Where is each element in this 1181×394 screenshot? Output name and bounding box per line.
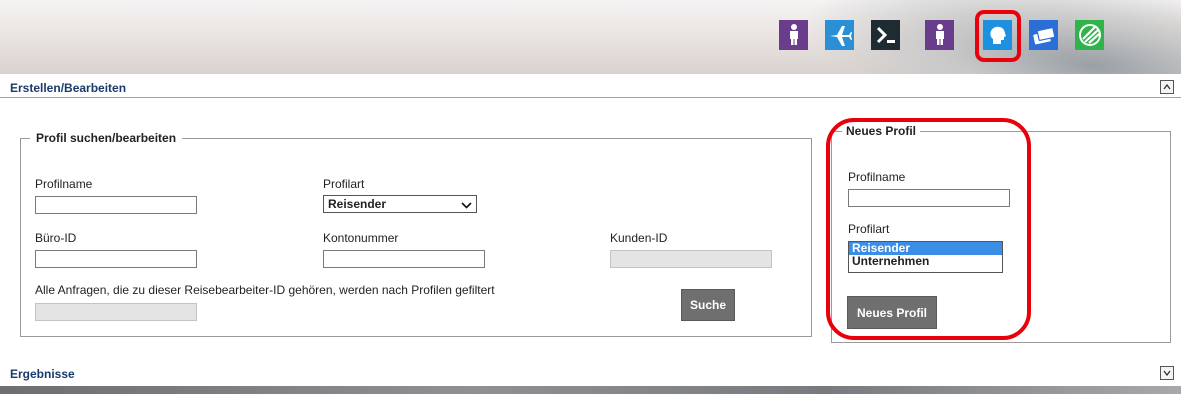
new-profile-type-label: Profilart xyxy=(848,222,890,236)
collapse-toggle-icon[interactable] xyxy=(1160,80,1174,94)
agent-id-field xyxy=(35,303,197,321)
new-profile-name-label: Profilname xyxy=(848,170,906,184)
profile-icon-highlight xyxy=(975,10,1021,62)
profile-type-selected-value: Reisender xyxy=(328,197,387,211)
new-profile-legend: Neues Profil xyxy=(842,124,921,138)
profile-name-input[interactable] xyxy=(35,196,197,214)
office-id-label: Büro-ID xyxy=(35,231,77,245)
traveler-icon[interactable] xyxy=(779,20,808,50)
traveler-alt-icon[interactable] xyxy=(925,20,954,50)
chevron-down-icon xyxy=(461,198,472,212)
expand-toggle-icon[interactable] xyxy=(1160,366,1174,380)
sigma-icon[interactable] xyxy=(871,20,900,50)
listbox-option-unternehmen[interactable]: Unternehmen xyxy=(849,255,1002,268)
section-header-edit: Erstellen/Bearbeiten xyxy=(0,76,1181,98)
new-profile-name-input[interactable] xyxy=(848,189,1010,207)
new-profile-type-listbox[interactable]: Reisender Unternehmen xyxy=(848,241,1003,273)
section-header-results: Ergebnisse xyxy=(0,362,1181,384)
customer-id-input xyxy=(610,250,772,268)
footer-banner xyxy=(0,386,1181,394)
plane-icon[interactable] xyxy=(825,20,854,50)
profile-name-label: Profilname xyxy=(35,177,93,191)
cards-icon[interactable] xyxy=(1029,20,1058,50)
profile-type-select[interactable]: Reisender xyxy=(323,195,477,213)
new-profile-button[interactable]: Neues Profil xyxy=(847,296,937,329)
profile-type-label: Profilart xyxy=(323,177,365,191)
account-number-label: Kontonummer xyxy=(323,231,399,245)
search-panel-legend: Profil suchen/bearbeiten xyxy=(30,131,183,145)
filter-note: Alle Anfragen, die zu dieser Reisebearbe… xyxy=(35,283,495,297)
globe-icon[interactable] xyxy=(1075,20,1104,50)
customer-id-label: Kunden-ID xyxy=(610,231,668,245)
search-button[interactable]: Suche xyxy=(681,289,735,321)
section-title-results: Ergebnisse xyxy=(10,367,75,381)
section-title-edit: Erstellen/Bearbeiten xyxy=(10,81,127,95)
office-id-input[interactable] xyxy=(35,250,197,268)
account-number-input[interactable] xyxy=(323,250,485,268)
